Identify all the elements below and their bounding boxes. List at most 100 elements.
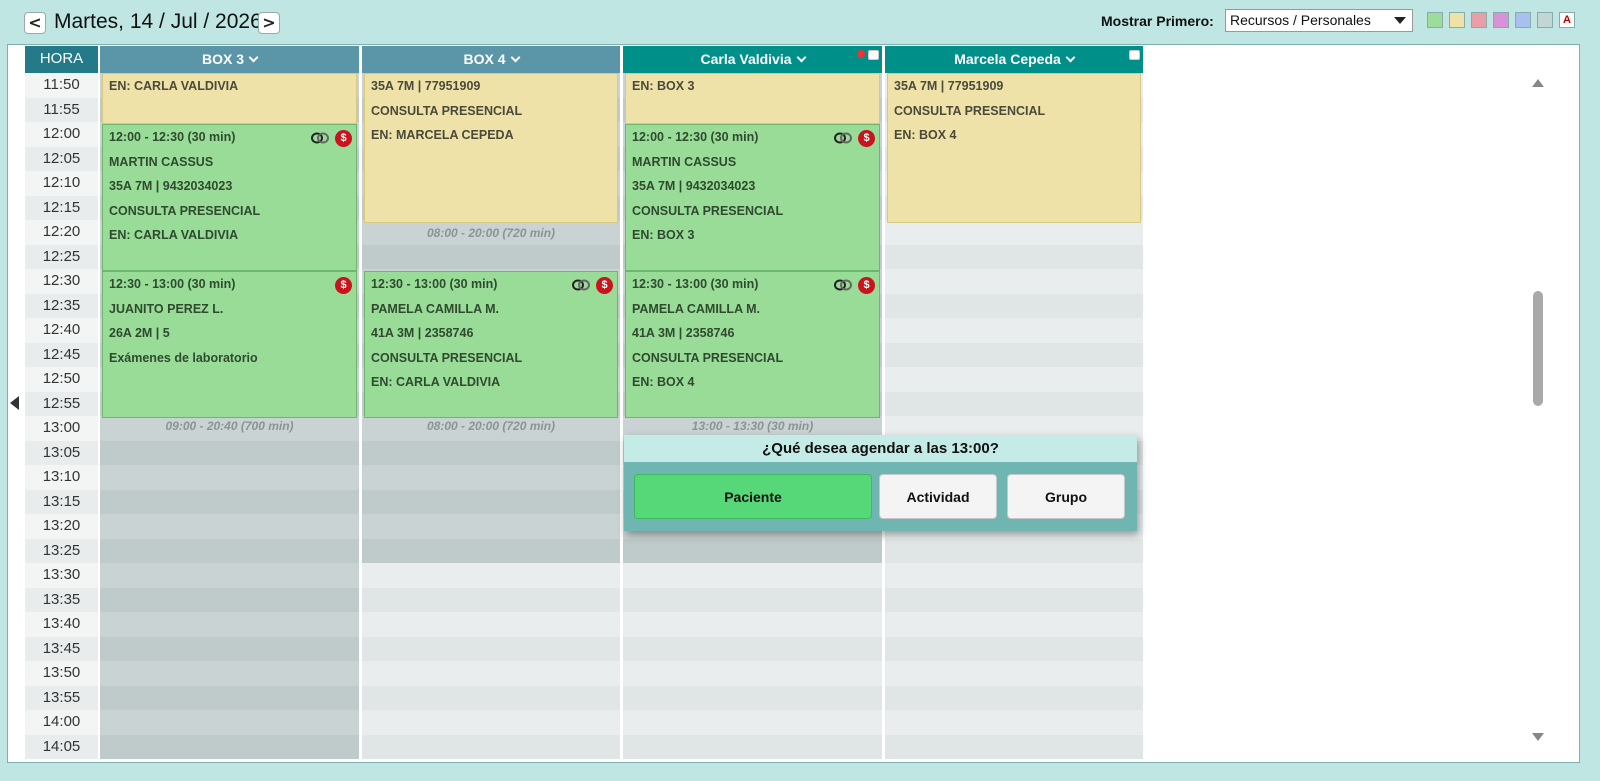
time-slot-cell[interactable] [100,685,359,710]
time-slot-cell[interactable] [100,465,359,490]
time-slot-cell[interactable] [885,685,1143,710]
column-box-3[interactable]: EN: CARLA VALDIVIA 12:00 - 12:30 (30 min… [100,73,359,763]
time-slot-cell[interactable] [623,563,882,588]
column-header-marcela-cepeda[interactable]: Marcela Cepeda [885,46,1143,73]
color-filter-purple[interactable] [1493,12,1509,28]
color-filter-red[interactable] [1471,12,1487,28]
time-slot-cell[interactable] [885,391,1143,416]
column-header-box-4[interactable]: BOX 4 [362,46,620,73]
time-slot-cell[interactable] [362,636,620,661]
column-header-carla-valdivia[interactable]: Carla Valdivia [623,46,882,73]
time-slot-cell[interactable] [100,538,359,563]
text-filter-icon[interactable]: A [1559,12,1575,28]
time-slot-cell[interactable] [623,710,882,735]
note-icon[interactable] [1129,50,1140,60]
time-slot-cell[interactable] [100,587,359,612]
color-filter-yellow[interactable] [1449,12,1465,28]
prev-day-button[interactable]: < [24,12,46,34]
time-slot-cell[interactable] [623,685,882,710]
color-filter-grey[interactable] [1537,12,1553,28]
time-slot-cell[interactable] [885,342,1143,367]
time-slot-cell[interactable] [100,563,359,588]
time-slot-label: 13:55 [25,685,98,710]
time-slot-cell[interactable] [362,612,620,637]
time-slot-cell[interactable] [362,710,620,735]
time-slot-cell[interactable] [362,514,620,539]
next-day-button[interactable]: > [258,12,280,34]
time-column: 11:50 11:55 12:00 12:05 12:10 12:15 12:20 12:25… [25,73,98,759]
appointment-block[interactable]: 35A 7M | 77951909 CONSULTA PRESENCIAL EN… [364,73,618,223]
time-slot-cell[interactable] [885,318,1143,343]
time-slot-cell[interactable] [623,734,882,759]
vertical-scrollbar[interactable] [1524,73,1550,763]
time-slot-cell[interactable] [362,440,620,465]
time-slot-cell[interactable] [623,612,882,637]
appointment-location: EN: MARCELA CEPEDA [371,128,514,142]
time-slot-cell[interactable] [885,710,1143,735]
column-header-box-3[interactable]: BOX 3 [100,46,359,73]
time-slot-cell[interactable] [885,612,1143,637]
payment-pending-icon: $ [596,277,613,294]
time-slot-cell[interactable] [885,244,1143,269]
time-slot-cell[interactable] [362,685,620,710]
time-slot-cell[interactable] [362,489,620,514]
scroll-up-icon[interactable] [1532,79,1544,87]
time-slot-cell[interactable] [362,538,620,563]
column-carla-valdivia[interactable]: EN: BOX 3 12:00 - 12:30 (30 min) MARTIN … [623,73,882,763]
time-slot-cell[interactable] [623,636,882,661]
link-icon [311,132,329,144]
time-slot-cell[interactable] [100,734,359,759]
mostrar-primero-select[interactable]: Recursos / Personales [1225,9,1413,32]
time-slot-cell[interactable] [362,587,620,612]
color-filter-blue[interactable] [1515,12,1531,28]
time-slot-cell[interactable] [885,367,1143,392]
patient-name: PAMELA CAMILLA M. [371,301,499,316]
time-slot-cell[interactable] [885,269,1143,294]
color-filter-green[interactable] [1427,12,1443,28]
appointment-block[interactable]: 12:00 - 12:30 (30 min) MARTIN CASSUS 35A… [102,124,357,271]
time-slot-cell[interactable] [362,563,620,588]
time-slot-cell[interactable] [362,661,620,686]
time-slot-cell[interactable] [100,514,359,539]
time-slot-cell[interactable] [362,734,620,759]
appointment-block[interactable]: 35A 7M | 77951909 CONSULTA PRESENCIAL EN… [887,73,1141,223]
time-slot-cell[interactable] [885,538,1143,563]
appointment-type: CONSULTA PRESENCIAL [109,203,261,218]
time-slot-cell[interactable] [100,612,359,637]
time-slot-cell[interactable] [885,734,1143,759]
scroll-down-icon[interactable] [1532,733,1544,741]
column-box-4[interactable]: 35A 7M | 77951909 CONSULTA PRESENCIAL EN… [362,73,620,763]
time-slot-cell[interactable] [885,563,1143,588]
group-button[interactable]: Grupo [1007,474,1125,519]
appointment-block[interactable]: EN: CARLA VALDIVIA [102,73,357,124]
time-slot-cell[interactable] [623,661,882,686]
time-slot-cell[interactable] [885,220,1143,245]
appointment-block[interactable]: EN: BOX 3 [625,73,880,124]
time-slot-label: 13:05 [25,440,98,465]
column-marcela-cepeda[interactable]: 35A 7M | 77951909 CONSULTA PRESENCIAL EN… [885,73,1143,763]
time-slot-cell[interactable] [885,661,1143,686]
note-icon[interactable] [868,50,879,60]
collapse-left-icon[interactable] [10,396,19,410]
appointment-block[interactable]: 12:00 - 12:30 (30 min) MARTIN CASSUS 35A… [625,124,880,271]
time-slot-cell[interactable] [100,661,359,686]
time-slot-cell[interactable] [885,587,1143,612]
time-slot-cell[interactable] [623,538,882,563]
activity-button[interactable]: Actividad [879,474,997,519]
appointment-block[interactable]: 12:30 - 13:00 (30 min) PAMELA CAMILLA M.… [625,271,880,418]
time-slot-cell[interactable] [100,440,359,465]
appointment-block[interactable]: 12:30 - 13:00 (30 min) PAMELA CAMILLA M.… [364,271,618,418]
appointment-location: EN: CARLA VALDIVIA [109,228,239,242]
availability-range: 08:00 - 20:00 (720 min) [426,419,556,433]
scroll-thumb[interactable] [1533,291,1543,406]
time-slot-cell[interactable] [100,489,359,514]
time-slot-cell[interactable] [885,293,1143,318]
time-slot-cell[interactable] [100,636,359,661]
time-slot-cell[interactable] [623,587,882,612]
time-slot-cell[interactable] [362,465,620,490]
time-slot-cell[interactable] [885,636,1143,661]
time-slot-cell[interactable] [362,244,620,269]
appointment-block[interactable]: 12:30 - 13:00 (30 min) JUANITO PEREZ L. … [102,271,357,418]
time-slot-cell[interactable] [100,710,359,735]
patient-button[interactable]: Paciente [634,474,872,519]
